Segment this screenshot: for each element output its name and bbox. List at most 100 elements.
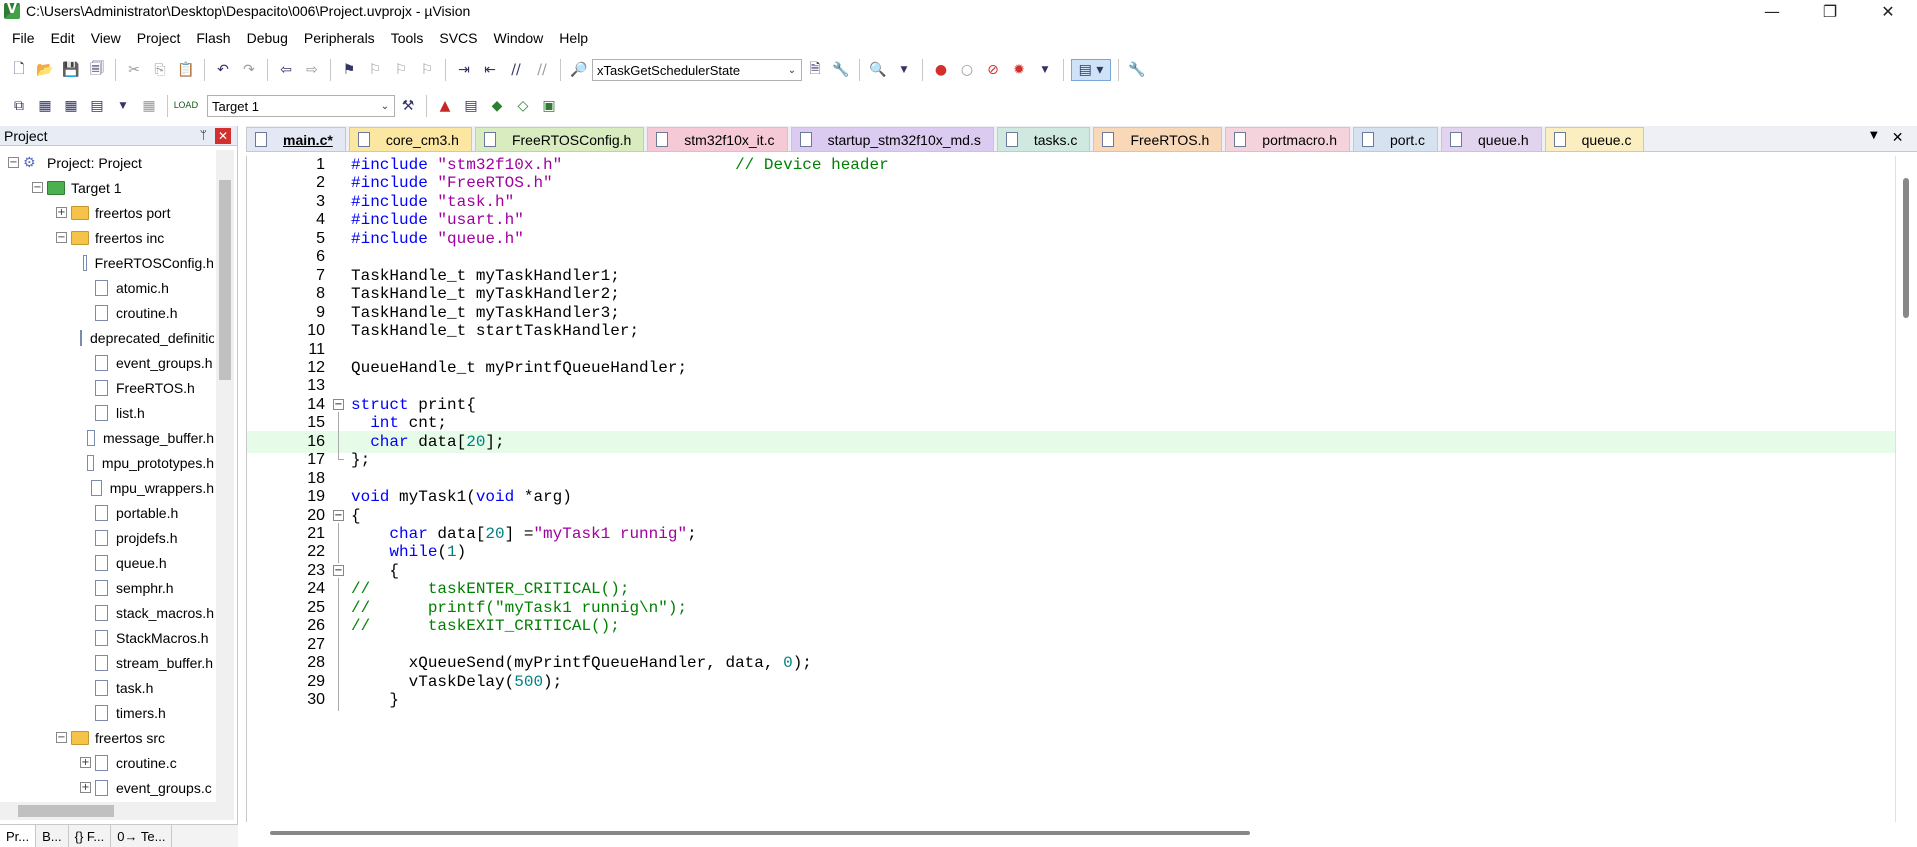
dropdown-arrow-icon[interactable]: ▼ [1034,59,1056,81]
tree-expander-icon[interactable]: + [56,207,67,218]
configure-icon[interactable]: 🔧 [1126,59,1148,81]
menu-debug[interactable]: Debug [239,30,296,46]
dropdown-arrow-icon[interactable]: ▼ [893,59,915,81]
batch-build-icon[interactable]: ▤ [86,95,108,117]
tree-expander-icon[interactable]: − [56,232,67,243]
fold-collapse-icon[interactable]: − [333,509,344,521]
pin-icon[interactable]: ᛘ [200,128,207,142]
tree-item[interactable]: list.h [0,400,214,425]
tree-item[interactable]: deprecated_definitions.h [0,325,214,350]
tree-expander-icon[interactable]: − [56,732,67,743]
menu-window[interactable]: Window [486,30,552,46]
editor-tab[interactable]: tasks.c [996,127,1091,151]
clear-bookmarks-icon[interactable]: ⚐ [416,59,438,81]
undo-icon[interactable]: ↶ [212,59,234,81]
tree-item[interactable]: stack_macros.h [0,600,214,625]
scrollbar-thumb[interactable] [219,180,231,380]
tree-item[interactable]: semphr.h [0,575,214,600]
open-folder-icon[interactable]: 📂 [34,59,56,81]
function-combo[interactable]: xTaskGetSchedulerState ⌄ [592,59,802,81]
minimize-button[interactable]: — [1743,0,1801,22]
code-line[interactable]: 30 } [247,689,1895,712]
incremental-find-icon[interactable]: 🔧 [830,59,852,81]
editor-tab[interactable]: main.c* [246,127,346,151]
close-window-button[interactable]: ✕ [1859,0,1917,22]
tree-item[interactable]: task.h [0,675,214,700]
find-icon[interactable]: 🗎 [804,59,826,81]
tab-list-dropdown-icon[interactable]: ▼ [1870,130,1878,146]
indent-icon[interactable]: ⇥ [453,59,475,81]
rebuild-icon[interactable]: ▦ [60,95,82,117]
tree-expander-icon[interactable]: − [32,182,43,193]
tree-expander-icon[interactable]: + [80,782,91,793]
menu-edit[interactable]: Edit [43,30,83,46]
new-file-icon[interactable]: 🗋 [8,59,30,81]
menu-peripherals[interactable]: Peripherals [296,30,383,46]
menu-help[interactable]: Help [551,30,596,46]
tree-item[interactable]: queue.h [0,550,214,575]
editor-tab[interactable]: port.c [1353,127,1439,151]
tree-item[interactable]: FreeRTOSConfig.h [0,250,214,275]
tree-item[interactable]: + croutine.c [0,750,214,775]
close-panel-icon[interactable]: ✕ [215,128,231,144]
tree-item[interactable]: timers.h [0,700,214,725]
build-icon[interactable]: ▦ [34,95,56,117]
project-tree-vertical-scrollbar[interactable] [216,150,234,802]
tree-item[interactable]: portable.h [0,500,214,525]
target-combo[interactable]: Target 1 ⌄ [207,95,395,117]
menu-view[interactable]: View [83,30,129,46]
tree-item[interactable]: FreeRTOS.h [0,375,214,400]
manage-run-time-environment-icon[interactable]: ◆ [486,95,508,117]
menu-flash[interactable]: Flash [188,30,238,46]
menu-file[interactable]: File [4,30,43,46]
editor-tab[interactable]: FreeRTOSConfig.h [474,127,645,151]
unindent-icon[interactable]: ⇤ [479,59,501,81]
tree-expander-icon[interactable]: + [80,757,91,768]
editor-tab[interactable]: startup_stm32f10x_md.s [790,127,994,151]
editor-vertical-scrollbar[interactable] [1895,156,1917,822]
disable-all-breakpoints-icon[interactable]: ⊘ [982,59,1004,81]
window-layout-icon[interactable]: ▤ ▾ [1071,59,1111,81]
menu-tools[interactable]: Tools [383,30,432,46]
tree-item[interactable]: message_buffer.h [0,425,214,450]
project-tree-horizontal-scrollbar[interactable] [0,802,234,820]
tree-item[interactable]: mpu_wrappers.h [0,475,214,500]
next-bookmark-icon[interactable]: ⚐ [390,59,412,81]
close-tab-icon[interactable]: ✕ [1892,130,1904,146]
kill-all-breakpoints-icon[interactable]: ✹ [1008,59,1030,81]
editor-tab[interactable]: portmacro.h [1225,127,1350,151]
chevron-down-icon[interactable]: ⌄ [378,99,392,113]
multi-project-icon[interactable]: ▤ [460,95,482,117]
maximize-button[interactable]: ❐ [1801,0,1859,22]
uncomment-icon[interactable]: // [531,59,553,81]
tree-item[interactable]: projdefs.h [0,525,214,550]
fold-collapse-icon[interactable]: − [333,398,344,410]
code-editor[interactable]: 1 #include "stm32f10x.h" // Device header… [246,156,1895,822]
pack-installer-icon[interactable]: ▣ [538,95,560,117]
scrollbar-thumb[interactable] [1903,178,1909,318]
tab-functions[interactable]: {} F... [69,825,112,847]
tree-item[interactable]: − freertos src [0,725,214,750]
editor-tab[interactable]: queue.c [1544,127,1645,151]
tree-item[interactable]: StackMacros.h [0,625,214,650]
insert-bookmark-icon[interactable]: ⚑ [338,59,360,81]
menu-project[interactable]: Project [129,30,189,46]
options-for-target-icon[interactable]: ⚒ [397,95,419,117]
translate-icon[interactable]: ⧉ [8,95,30,117]
editor-horizontal-scrollbar[interactable] [246,822,1895,844]
save-all-icon[interactable]: 🗐 [86,59,108,81]
stop-build-icon[interactable]: ▦ [138,95,160,117]
previous-bookmark-icon[interactable]: ⚐ [364,59,386,81]
scrollbar-thumb[interactable] [270,831,1250,835]
navigate-back-icon[interactable]: ⇦ [275,59,297,81]
manage-project-items-icon[interactable]: ▲ [434,95,456,117]
fold-collapse-icon[interactable]: − [333,564,344,576]
tree-item[interactable]: + freertos port [0,200,214,225]
comment-icon[interactable]: // [505,59,527,81]
editor-tab[interactable]: FreeRTOS.h [1093,127,1223,151]
copy-icon[interactable]: ⎘ [149,59,171,81]
tree-item[interactable]: stream_buffer.h [0,650,214,675]
tree-item[interactable]: mpu_prototypes.h [0,450,214,475]
tab-books[interactable]: B... [36,825,69,847]
disable-breakpoint-icon[interactable]: ○ [956,59,978,81]
